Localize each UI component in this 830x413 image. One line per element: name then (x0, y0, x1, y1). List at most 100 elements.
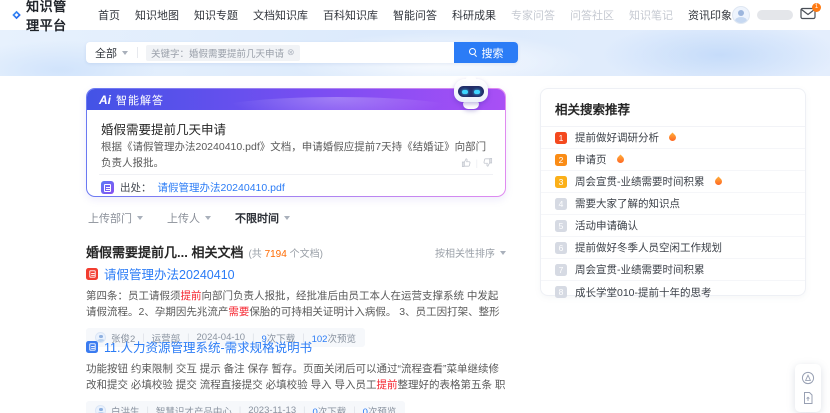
divider (296, 405, 312, 413)
search-scope-value: 全部 (95, 45, 117, 61)
chevron-down-icon (137, 216, 143, 220)
result-title-link[interactable]: 请假管理办法20240410 (86, 264, 506, 283)
mail-badge: 1 (812, 3, 821, 12)
pdf-file-icon (86, 268, 98, 280)
author-avatar-icon (95, 405, 106, 413)
user-avatar[interactable] (732, 6, 750, 24)
floating-action-bar (795, 364, 821, 412)
related-search-item-1[interactable]: 1 提前做好调研分析 (541, 127, 805, 149)
divider (346, 405, 362, 413)
thumbs-down-icon[interactable] (482, 157, 493, 168)
divider (137, 47, 138, 58)
nav-knowledge-topics[interactable]: 知识专题 (194, 7, 238, 23)
divider (232, 405, 248, 413)
chevron-down-icon (122, 51, 128, 55)
brand-logo[interactable]: 知识管理平台 (12, 0, 72, 34)
source-label: 出处： (120, 180, 152, 195)
rank-badge: 1 (555, 132, 567, 144)
result-title: 11.人力资源管理系统-需求规格说明书 (104, 337, 312, 356)
results-count: (共 7194 个文档) (248, 245, 322, 260)
divider: | (476, 158, 478, 168)
thumbs-up-icon[interactable] (461, 157, 472, 168)
keyword-tag-label: 关键字：婚假需要提前几天申请 (151, 46, 284, 60)
nav-news-impression[interactable]: 资讯印象 (688, 7, 732, 23)
result-title-link[interactable]: 11.人力资源管理系统-需求规格说明书 (86, 337, 506, 356)
ai-feedback: | (461, 157, 493, 168)
nav-smart-qa[interactable]: 智能问答 (393, 7, 437, 23)
upload-file-icon (801, 391, 815, 405)
rank-badge: 2 (555, 154, 567, 166)
result-title: 请假管理办法20240410 (104, 264, 235, 283)
brand-name: 知识管理平台 (26, 0, 72, 34)
rank-badge: 7 (555, 264, 567, 276)
nav-qa-community[interactable]: 问答社区 (570, 7, 614, 23)
sort-dropdown[interactable]: 按相关性排序 (435, 245, 506, 260)
nav-wiki-library[interactable]: 百科知识库 (323, 7, 378, 23)
search-bar: 全部 关键字：婚假需要提前几天申请 ⊗ 搜索 (86, 42, 518, 63)
related-search-item-2[interactable]: 2 申请页 (541, 149, 805, 171)
hot-flame-icon (713, 177, 723, 187)
filter-upload-dept[interactable]: 上传部门 (88, 210, 143, 226)
username-redacted[interactable] (757, 10, 793, 20)
ai-card-header: Ai 智能解答 (87, 89, 505, 110)
ai-logo: Ai (99, 93, 111, 107)
ai-question: 婚假需要提前几天申请 (101, 119, 226, 138)
page: 知识管理平台 首页 知识地图 知识专题 文档知识库 百科知识库 智能问答 科研成… (0, 0, 830, 413)
ai-answer-text: 根据《请假管理办法20240410.pdf》文档，申请婚假应提前7天持《结婚证》… (101, 140, 489, 172)
nav-research-results[interactable]: 科研成果 (452, 7, 496, 23)
tag-close-icon[interactable]: ⊗ (287, 47, 295, 58)
pdf-file-icon (101, 181, 114, 194)
nav-home[interactable]: 首页 (98, 7, 120, 23)
related-search-item-6[interactable]: 6 提前做好冬季人员空闲工作规划 (541, 237, 805, 259)
search-icon (469, 48, 478, 57)
nav-knowledge-notes[interactable]: 知识笔记 (629, 7, 673, 23)
rank-badge: 5 (555, 220, 567, 232)
related-search-item-4[interactable]: 4 需要大家了解的知识点 (541, 193, 805, 215)
results-count-number: 7194 (265, 249, 287, 260)
divider (99, 174, 493, 175)
result-snippet: 功能按钮 约束限制 交互 提示 备注 保存 暂存。页面关闭后可以通过“流程查看”… (86, 361, 506, 394)
related-search-panel: 相关搜索推荐 1 提前做好调研分析 2 申请页 3 周会宣贯-业绩需要时间积累 … (540, 88, 806, 296)
related-search-item-3[interactable]: 3 周会宣贯-业绩需要时间积累 (541, 171, 805, 193)
related-search-item-8[interactable]: 8 成长学堂010-提前十年的思考 (541, 281, 805, 303)
messages-button[interactable]: 1 (800, 7, 818, 23)
rank-badge: 6 (555, 242, 567, 254)
filter-time-range[interactable]: 不限时间 (235, 210, 290, 226)
chevron-down-icon (205, 216, 211, 220)
result-snippet: 第四条：员工请假须提前向部门负责人报批，经批准后由员工本人在运营支撑系统 中发起… (86, 288, 506, 321)
nav-doc-library[interactable]: 文档知识库 (253, 7, 308, 23)
search-scope-dropdown[interactable]: 全部 (86, 45, 137, 61)
brand-diamond-icon (12, 7, 21, 23)
header-user-area: 1 (732, 6, 818, 24)
related-search-title: 相关搜索推荐 (541, 89, 805, 127)
author-name: 白洪生 (111, 404, 140, 413)
chevron-down-icon (284, 216, 290, 220)
circled-pen-icon (801, 371, 815, 385)
banner-decoration (600, 30, 830, 76)
ai-card-title: 智能解答 (116, 92, 164, 108)
related-search-item-7[interactable]: 7 周会宣贯-业绩需要时间积累 (541, 259, 805, 281)
result-item-2: 11.人力资源管理系统-需求规格说明书 功能按钮 约束限制 交互 提示 备注 保… (86, 337, 506, 413)
hot-flame-icon (615, 155, 625, 165)
results-header: 婚假需要提前几... 相关文档 (共 7194 个文档) 按相关性排序 (86, 242, 506, 261)
upload-document-button[interactable] (801, 391, 815, 405)
result-meta: 白洪生 智慧识才产品中心 2023-11-13 0次下载 0次预览 (86, 401, 405, 413)
robot-mascot-icon (453, 79, 489, 113)
chevron-down-icon (500, 251, 506, 255)
doc-file-icon (86, 341, 98, 353)
rank-badge: 8 (555, 286, 567, 298)
filter-uploader[interactable]: 上传人 (167, 210, 211, 226)
keyword-tag[interactable]: 关键字：婚假需要提前几天申请 ⊗ (146, 45, 300, 61)
ai-answer-card: Ai 智能解答 婚假需要提前几天申请 根据《请假管理办法20240410.pdf… (86, 88, 506, 197)
divider (140, 405, 156, 413)
search-button[interactable]: 搜索 (454, 42, 518, 63)
search-button-label: 搜索 (482, 45, 504, 61)
nav-knowledge-map[interactable]: 知识地图 (135, 7, 179, 23)
results-title: 婚假需要提前几... 相关文档 (86, 242, 243, 261)
upload-date: 2023-11-13 (248, 405, 296, 413)
rank-badge: 3 (555, 176, 567, 188)
related-search-item-5[interactable]: 5 活动申请确认 (541, 215, 805, 237)
feedback-button[interactable] (801, 371, 815, 385)
nav-expert-qa[interactable]: 专家问答 (511, 7, 555, 23)
source-file-link[interactable]: 请假管理办法20240410.pdf (158, 180, 285, 195)
